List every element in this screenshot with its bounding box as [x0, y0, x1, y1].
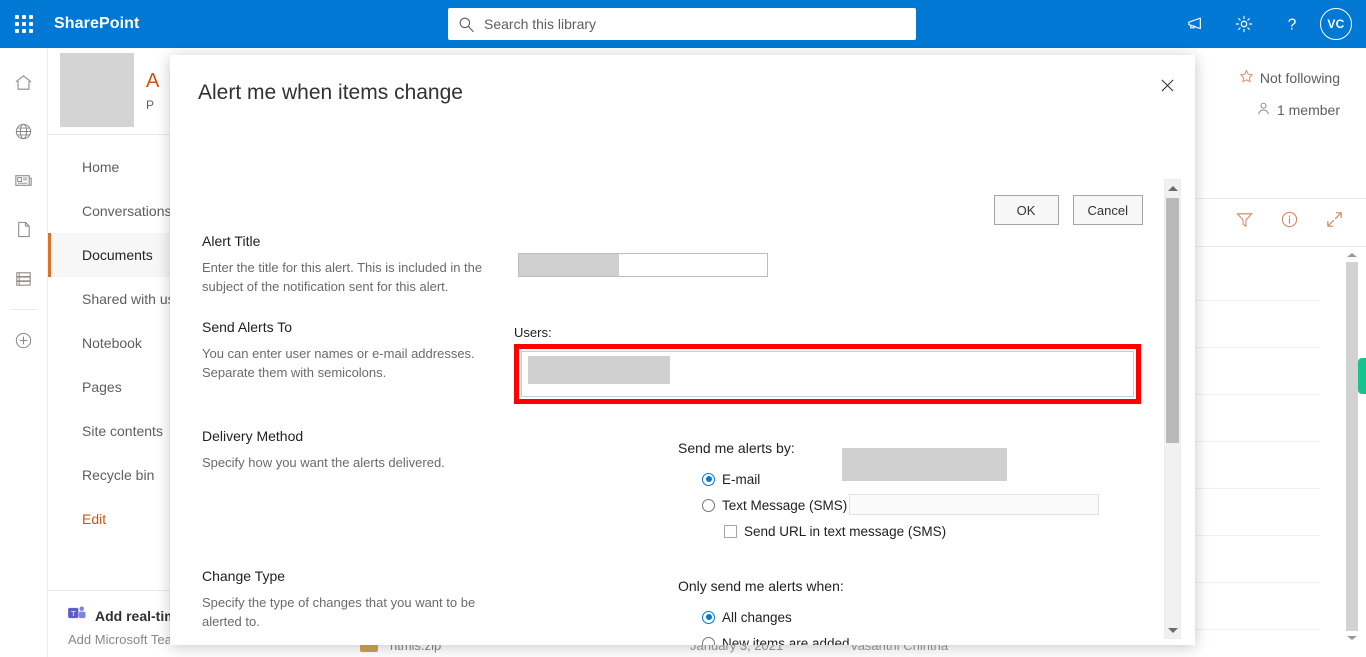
delivery-method-heading: Delivery Method	[202, 428, 304, 444]
rail-item-news[interactable]	[0, 156, 48, 205]
expand-icon[interactable]	[1325, 210, 1344, 229]
svg-text:T: T	[71, 609, 76, 618]
radio-all-changes[interactable]: All changes	[702, 604, 1141, 630]
users-input[interactable]	[521, 351, 1134, 397]
alert-dialog: Alert me when items change OK Cancel Ale…	[170, 55, 1195, 645]
nav-label: Notebook	[82, 335, 142, 351]
nav-label: Pages	[82, 379, 122, 395]
checkbox[interactable]	[724, 524, 737, 538]
delivery-method-description: Specify how you want the alerts delivere…	[202, 455, 445, 470]
rail-item-sites[interactable]	[0, 107, 48, 156]
suite-actions: ? VC	[1172, 0, 1366, 48]
redaction-overlay	[528, 356, 670, 384]
gear-icon[interactable]	[1220, 0, 1268, 48]
radio-label: E-mail	[722, 471, 761, 487]
rail-item-home[interactable]	[0, 58, 48, 107]
members-label: 1 member	[1276, 102, 1340, 118]
info-icon[interactable]	[1280, 210, 1299, 229]
site-title: A	[146, 70, 160, 92]
radio-new-items[interactable]: New items are added	[702, 630, 1141, 645]
nav-label: Home	[82, 159, 120, 175]
rail-divider	[9, 309, 38, 310]
scroll-up-icon[interactable]	[1346, 248, 1358, 262]
alert-title-heading: Alert Title	[202, 233, 261, 249]
send-alerts-heading: Send Alerts To	[202, 319, 293, 335]
rail-item-lists[interactable]	[0, 254, 48, 303]
nav-label: Conversations	[82, 203, 172, 219]
radio-email[interactable]: E-mail	[702, 448, 1141, 492]
dialog-title: Alert me when items change	[198, 81, 463, 104]
library-toolbar	[1235, 210, 1344, 229]
radio-label: Text Message (SMS)	[722, 497, 848, 513]
search-input[interactable]	[484, 9, 916, 39]
dialog-body: OK Cancel Alert Title Enter the title fo…	[170, 123, 1195, 645]
checkbox-label: Send URL in text message (SMS)	[744, 523, 947, 539]
feedback-tab[interactable]	[1358, 358, 1366, 394]
star-icon	[1239, 69, 1254, 87]
help-icon[interactable]: ?	[1268, 0, 1316, 48]
change-type-description: Specify the type of changes that you wan…	[202, 595, 476, 629]
sms-input[interactable]	[849, 494, 1099, 515]
users-highlight-box	[514, 344, 1141, 404]
dialog-actions: OK Cancel	[993, 195, 1143, 225]
suite-bar: SharePoint ? VC	[0, 0, 1366, 48]
app-root: Not following 1 member htmls.zip January…	[0, 0, 1366, 657]
redaction-overlay	[519, 254, 619, 276]
alert-title-description: Enter the title for this alert. This is …	[202, 260, 483, 294]
change-type-field-label: Only send me alerts when:	[678, 578, 844, 594]
site-logo	[60, 53, 134, 127]
radio-button[interactable]	[702, 636, 715, 645]
scroll-up-icon[interactable]	[1165, 180, 1180, 196]
scroll-down-icon[interactable]	[1165, 622, 1180, 638]
filter-icon[interactable]	[1235, 210, 1254, 229]
search-icon	[448, 16, 484, 33]
dialog-form: OK Cancel Alert Title Enter the title fo…	[170, 123, 1161, 645]
members-button[interactable]: 1 member	[1239, 94, 1340, 126]
app-rail	[0, 48, 48, 657]
person-icon	[1256, 101, 1271, 119]
dialog-scrollbar[interactable]	[1164, 179, 1181, 639]
nav-label: Recycle bin	[82, 467, 155, 483]
site-subtitle: P	[146, 98, 155, 112]
rail-item-create[interactable]	[0, 316, 48, 365]
nav-label: Documents	[82, 247, 153, 263]
scroll-down-icon[interactable]	[1346, 631, 1358, 645]
users-label: Users:	[514, 325, 552, 340]
app-launcher-icon[interactable]	[0, 0, 48, 48]
radio-button[interactable]	[702, 472, 715, 486]
nav-label: Site contents	[82, 423, 163, 439]
megaphone-icon[interactable]	[1172, 0, 1220, 48]
teams-icon: T	[68, 605, 87, 626]
radio-label: All changes	[722, 609, 792, 625]
page-scrollbar[interactable]	[1346, 248, 1358, 645]
close-icon[interactable]	[1151, 69, 1183, 101]
rail-item-files[interactable]	[0, 205, 48, 254]
page-scroll-track[interactable]	[1346, 262, 1358, 631]
ok-button[interactable]: OK	[993, 195, 1059, 225]
radio-sms[interactable]: Text Message (SMS)	[702, 492, 1141, 518]
radio-button[interactable]	[702, 610, 715, 624]
suite-brand[interactable]: SharePoint	[54, 15, 139, 33]
send-url-checkbox-row[interactable]: Send URL in text message (SMS)	[724, 518, 1141, 544]
cancel-button[interactable]: Cancel	[1072, 195, 1143, 225]
change-type-heading: Change Type	[202, 568, 286, 584]
nav-label: Shared with us	[82, 291, 175, 307]
radio-button[interactable]	[702, 498, 715, 512]
search-box[interactable]	[448, 8, 916, 40]
radio-label: New items are added	[722, 635, 850, 646]
send-alerts-description: You can enter user names or e-mail addre…	[202, 346, 475, 380]
avatar[interactable]: VC	[1320, 8, 1352, 40]
follow-label: Not following	[1259, 70, 1340, 86]
svg-text:?: ?	[1288, 16, 1297, 33]
follow-button[interactable]: Not following	[1239, 62, 1340, 94]
site-header-actions: Not following 1 member	[1239, 62, 1340, 126]
redaction-overlay	[842, 448, 1007, 481]
scroll-thumb[interactable]	[1166, 198, 1179, 443]
nav-label: Edit	[82, 511, 107, 527]
